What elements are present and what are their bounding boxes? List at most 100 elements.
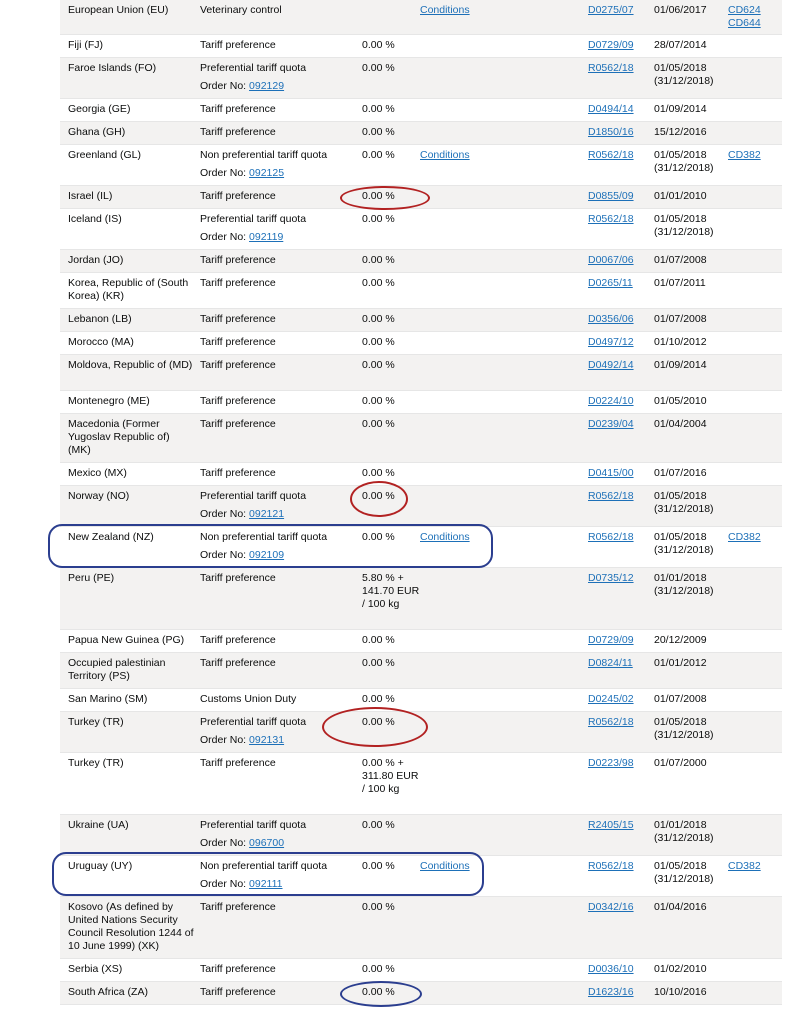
regulation-link[interactable]: D0342/16 <box>588 901 634 913</box>
end-date: (31/12/2018) <box>654 503 714 515</box>
order-number-link[interactable]: 092121 <box>249 508 284 520</box>
regulation-link[interactable]: D0497/12 <box>588 336 634 348</box>
measure-type-cell: Tariff preference <box>200 336 360 349</box>
footnote-link[interactable]: CD382 <box>728 149 782 162</box>
start-date: 01/07/2008 <box>654 254 707 266</box>
regulation-link[interactable]: D0245/02 <box>588 693 634 705</box>
measure-type-text: Tariff preference <box>200 336 276 348</box>
regulation-cell: R0562/18 <box>588 213 652 226</box>
footnote-link[interactable]: CD624 <box>728 4 782 17</box>
regulation-link[interactable]: D0729/09 <box>588 39 634 51</box>
start-date: 01/07/2008 <box>654 313 707 325</box>
order-number-link[interactable]: 096700 <box>249 837 284 849</box>
country-cell: Turkey (TR) <box>68 757 124 769</box>
regulation-cell: D0492/14 <box>588 359 652 372</box>
regulation-link[interactable]: D0265/11 <box>588 277 633 289</box>
table-row: Papua New Guinea (PG) Tariff preference … <box>60 630 782 653</box>
regulation-link[interactable]: D0415/00 <box>588 467 634 479</box>
measure-type-cell: Tariff preference <box>200 254 360 267</box>
table-row: South Africa (ZA) Tariff preference 0.00… <box>60 982 782 1005</box>
start-date-cell: 01/05/2018 (31/12/2018) <box>654 62 724 88</box>
table-row: Greenland (GL) Non preferential tariff q… <box>60 145 782 186</box>
regulation-cell: D0239/04 <box>588 418 652 431</box>
table-row: Georgia (GE) Tariff preference 0.00 % D0… <box>60 99 782 122</box>
start-date-cell: 01/01/2018 (31/12/2018) <box>654 819 724 845</box>
measure-type-text: Tariff preference <box>200 657 276 669</box>
end-date: (31/12/2018) <box>654 873 714 885</box>
regulation-link[interactable]: D0224/10 <box>588 395 634 407</box>
start-date-cell: 10/10/2016 <box>654 986 724 999</box>
country-cell: South Africa (ZA) <box>68 986 148 998</box>
table-row: Turkey (TR) Preferential tariff quota Or… <box>60 712 782 753</box>
measure-type-cell: Customs Union Duty <box>200 693 360 706</box>
regulation-link[interactable]: R0562/18 <box>588 149 634 161</box>
start-date-cell: 28/07/2014 <box>654 39 724 52</box>
measure-type-text: Non preferential tariff quota <box>200 860 328 872</box>
order-number-link[interactable]: 092129 <box>249 80 284 92</box>
regulation-link[interactable]: D0223/98 <box>588 757 634 769</box>
start-date-cell: 01/05/2018 (31/12/2018) <box>654 860 724 886</box>
conditions-link[interactable]: Conditions <box>420 860 470 872</box>
end-date: (31/12/2018) <box>654 729 714 741</box>
order-number-link[interactable]: 092111 <box>249 878 282 890</box>
regulation-link[interactable]: D0275/07 <box>588 4 634 16</box>
order-number-link[interactable]: 092125 <box>249 167 284 179</box>
start-date: 10/10/2016 <box>654 986 707 998</box>
start-date: 01/05/2018 <box>654 531 707 543</box>
regulation-link[interactable]: R0562/18 <box>588 716 634 728</box>
order-number-link[interactable]: 092119 <box>249 231 283 243</box>
regulation-link[interactable]: D0494/14 <box>588 103 634 115</box>
country-cell: New Zealand (NZ) <box>68 531 154 543</box>
conditions-link[interactable]: Conditions <box>420 4 470 16</box>
duty-rate-cell: 0.00 % <box>362 126 395 138</box>
regulation-cell: D1623/16 <box>588 986 652 999</box>
start-date: 01/07/2016 <box>654 467 707 479</box>
order-label: Order No: <box>200 167 247 179</box>
end-date: (31/12/2018) <box>654 544 714 556</box>
start-date-cell: 01/09/2014 <box>654 359 724 372</box>
regulation-link[interactable]: D0036/10 <box>588 963 634 975</box>
duty-rate-cell: 0.00 % <box>362 254 395 266</box>
regulation-cell: D0356/06 <box>588 313 652 326</box>
duty-rate-cell: 0.00 % <box>362 39 395 51</box>
footnote-link[interactable]: CD382 <box>728 531 782 544</box>
country-cell: San Marino (SM) <box>68 693 148 705</box>
duty-rate-cell: 0.00 % <box>362 149 395 161</box>
regulation-link[interactable]: D0729/09 <box>588 634 634 646</box>
footnote-link[interactable]: CD644 <box>728 17 782 30</box>
footnote-link[interactable]: CD382 <box>728 860 782 873</box>
regulation-link[interactable]: R2405/15 <box>588 819 634 831</box>
regulation-link[interactable]: R0562/18 <box>588 490 634 502</box>
conditions-cell: Conditions <box>420 149 500 162</box>
start-date-cell: 01/07/2008 <box>654 313 724 326</box>
regulation-link[interactable]: D1850/16 <box>588 126 634 138</box>
conditions-link[interactable]: Conditions <box>420 531 470 543</box>
order-number-link[interactable]: 092109 <box>249 549 284 561</box>
regulation-link[interactable]: D0855/09 <box>588 190 634 202</box>
measure-type-cell: Tariff preference <box>200 190 360 203</box>
order-label: Order No: <box>200 508 247 520</box>
regulation-link[interactable]: D0356/06 <box>588 313 634 325</box>
regulation-link[interactable]: D1623/16 <box>588 986 634 998</box>
regulation-link[interactable]: D0239/04 <box>588 418 634 430</box>
measure-type-cell: Tariff preference <box>200 634 360 647</box>
measure-type-text: Tariff preference <box>200 572 276 584</box>
order-number: Order No: 092121 <box>200 508 360 521</box>
measure-type-cell: Non preferential tariff quota Order No: … <box>200 860 360 891</box>
country-cell: Lebanon (LB) <box>68 313 132 325</box>
regulation-cell: R0562/18 <box>588 149 652 162</box>
regulation-link[interactable]: R0562/18 <box>588 213 634 225</box>
order-number: Order No: 092125 <box>200 167 360 180</box>
footnotes-cell: CD624 CD644 <box>728 4 782 30</box>
regulation-link[interactable]: R0562/18 <box>588 860 634 872</box>
regulation-link[interactable]: R0562/18 <box>588 531 634 543</box>
regulation-link[interactable]: D0735/12 <box>588 572 634 584</box>
order-number-link[interactable]: 092131 <box>249 734 284 746</box>
table-row: Uruguay (UY) Non preferential tariff quo… <box>60 856 782 897</box>
regulation-link[interactable]: D0824/11 <box>588 657 633 669</box>
country-cell: Faroe Islands (FO) <box>68 62 157 74</box>
regulation-link[interactable]: R0562/18 <box>588 62 634 74</box>
conditions-link[interactable]: Conditions <box>420 149 470 161</box>
regulation-link[interactable]: D0067/06 <box>588 254 634 266</box>
regulation-link[interactable]: D0492/14 <box>588 359 634 371</box>
